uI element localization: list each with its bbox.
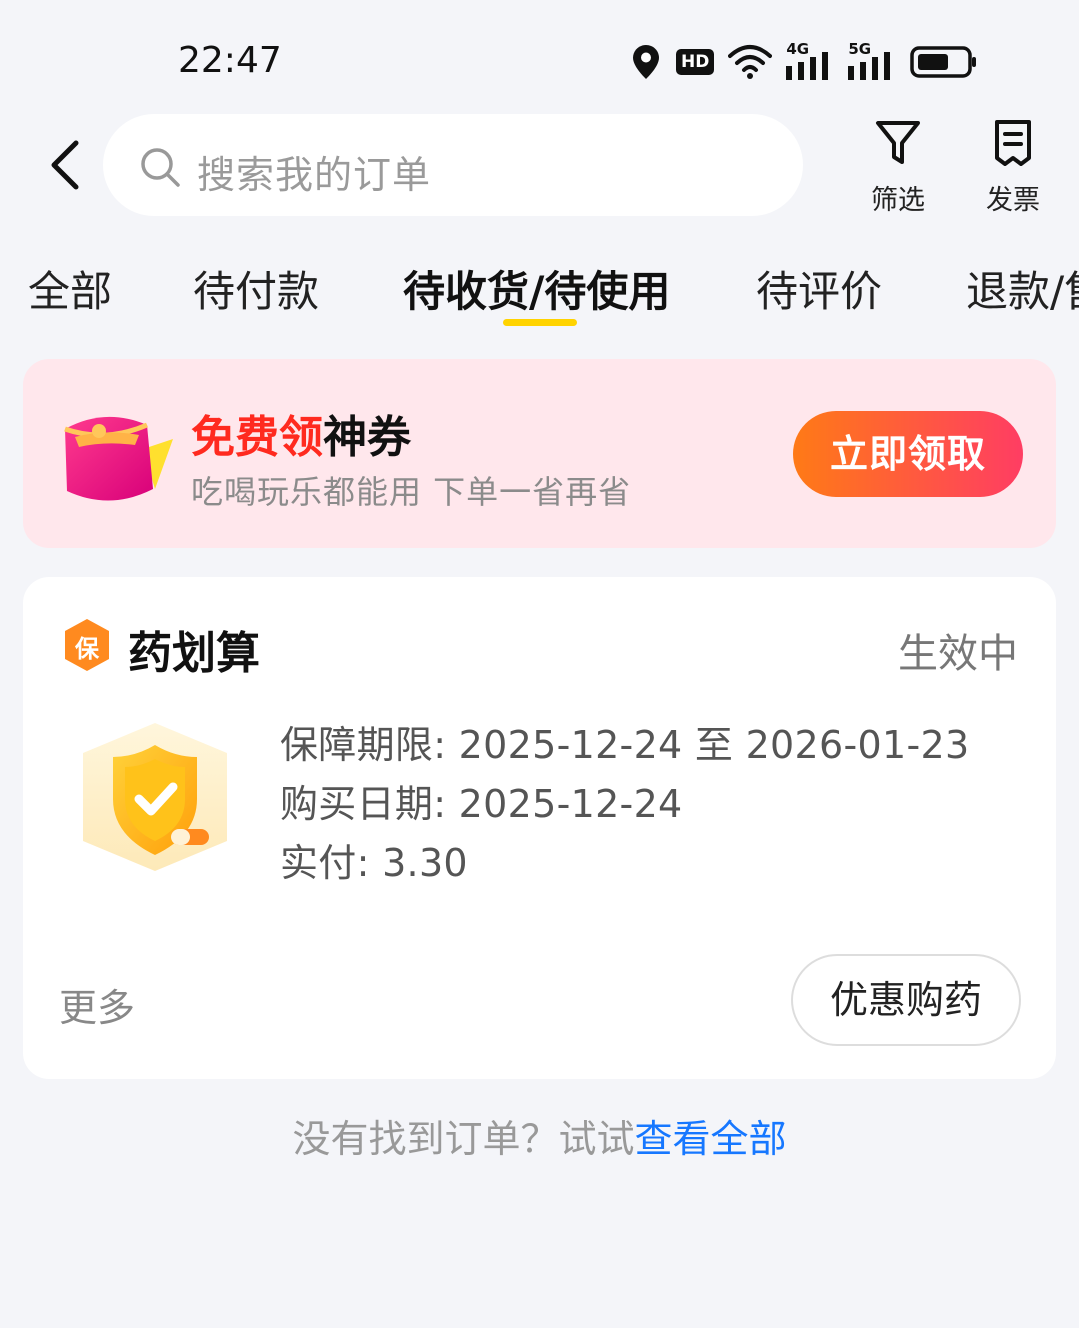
- location-icon: [633, 45, 659, 79]
- coupon-title: 免费领神券: [191, 401, 411, 465]
- buy-medicine-button[interactable]: 优惠购药: [791, 954, 1021, 1046]
- header-bar: 搜索我的订单 筛选 发票: [0, 110, 1079, 220]
- order-card[interactable]: 保 药划算 生效中 保障期限: 2025-12-24 至 2026-01-23 …: [23, 577, 1056, 1079]
- no-order-hint-text: 没有找到订单？试试: [292, 1117, 635, 1161]
- signal-5g-icon: 5G: [848, 40, 896, 80]
- shop-badge-label: 保: [75, 635, 99, 663]
- tab-pending-payment[interactable]: 待付款: [193, 258, 319, 319]
- purchase-date: 购买日期: 2025-12-24: [280, 782, 683, 826]
- hd-voice-icon: HD: [676, 49, 715, 75]
- status-bar: 22:47 HD 4G 5G: [0, 0, 1079, 120]
- claim-coupon-button[interactable]: 立即领取: [793, 411, 1023, 497]
- shop-badge: 保: [61, 617, 113, 673]
- battery-icon: [910, 46, 977, 78]
- coupon-banner[interactable]: 免费领神券 吃喝玩乐都能用 下单一省再省 立即领取: [23, 359, 1056, 548]
- shield-product-image: [83, 723, 227, 871]
- order-tabs: 全部 待付款 待收货/待使用 待评价 退款/售后: [0, 258, 1079, 328]
- tab-all[interactable]: 全部: [28, 258, 112, 319]
- active-tab-indicator: [503, 319, 577, 326]
- tab-pending-review[interactable]: 待评价: [756, 258, 882, 319]
- more-button[interactable]: 更多: [59, 977, 135, 1032]
- invoice-button[interactable]: 发票: [968, 118, 1058, 217]
- filter-button[interactable]: 筛选: [853, 118, 943, 217]
- no-order-hint: 没有找到订单？试试查看全部: [0, 1108, 1079, 1163]
- view-all-link[interactable]: 查看全部: [635, 1117, 787, 1161]
- coupon-title-rest: 神券: [323, 412, 411, 463]
- filter-label: 筛选: [871, 185, 925, 216]
- status-time: 22:47: [178, 40, 282, 81]
- signal-4g-icon: 4G: [786, 40, 834, 80]
- shop-name[interactable]: 药划算: [128, 617, 260, 681]
- amount-paid: 实付: 3.30: [280, 841, 468, 885]
- search-placeholder: 搜索我的订单: [197, 153, 432, 197]
- red-packet-icon: [64, 416, 173, 501]
- wifi-icon: [728, 45, 773, 79]
- tab-refund[interactable]: 退款/售后: [966, 258, 1079, 319]
- tab-pending-delivery[interactable]: 待收货/待使用: [403, 258, 670, 319]
- back-button[interactable]: [40, 135, 90, 195]
- invoice-icon: [995, 120, 1031, 166]
- invoice-label: 发票: [986, 185, 1040, 216]
- chevron-left-icon: [51, 140, 79, 190]
- order-status: 生效中: [898, 631, 1018, 677]
- search-icon: [141, 148, 180, 187]
- status-icons: HD 4G 5G: [630, 40, 978, 82]
- search-input[interactable]: 搜索我的订单: [103, 114, 803, 216]
- coupon-title-highlight: 免费领: [191, 412, 323, 463]
- filter-icon: [876, 121, 920, 164]
- coverage-period: 保障期限: 2025-12-24 至 2026-01-23: [280, 723, 970, 767]
- coupon-subtitle: 吃喝玩乐都能用 下单一省再省: [191, 473, 632, 511]
